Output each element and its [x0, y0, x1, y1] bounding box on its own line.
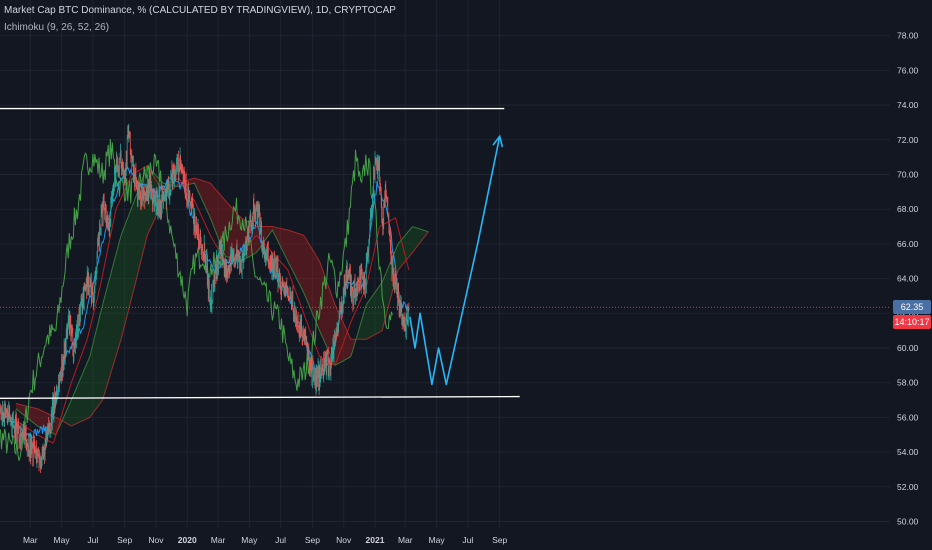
x-tick-label: Mar: [398, 535, 413, 545]
cloud-bearish: [177, 178, 356, 366]
y-tick-label: 52.00: [897, 482, 919, 492]
y-tick-label: 64.00: [897, 274, 919, 284]
countdown-tag: 14:10:17: [893, 315, 931, 330]
chart-title: Market Cap BTC Dominance, % (CALCULATED …: [4, 5, 396, 16]
last-price-tag: 62.35: [893, 300, 931, 315]
ichimoku-lines: [0, 138, 429, 461]
x-tick-label: Sep: [305, 535, 320, 545]
y-tick-label: 74.00: [897, 100, 919, 110]
x-tick-label: May: [429, 535, 446, 545]
x-tick-label: Jul: [462, 535, 473, 545]
x-tick-label: Nov: [148, 535, 164, 545]
x-tick-label: Sep: [492, 535, 507, 545]
x-tick-label: Jul: [87, 535, 98, 545]
y-tick-label: 56.00: [897, 412, 919, 422]
x-tick-label: Mar: [211, 535, 226, 545]
y-tick-label: 76.00: [897, 65, 919, 75]
x-tick-label: 2020: [178, 535, 197, 545]
axes: 50.0052.0054.0056.0058.0060.0062.0064.00…: [23, 31, 919, 545]
y-tick-label: 72.00: [897, 135, 919, 145]
ichimoku-cloud: [15, 165, 429, 435]
x-tick-label: Jul: [275, 535, 286, 545]
indicator-legend[interactable]: Ichimoku (9, 26, 52, 26): [4, 22, 109, 33]
chart-root: 50.0052.0054.0056.0058.0060.0062.0064.00…: [0, 0, 932, 550]
y-tick-label: 60.00: [897, 343, 919, 353]
chart-canvas[interactable]: 50.0052.0054.0056.0058.0060.0062.0064.00…: [0, 0, 932, 550]
y-tick-label: 68.00: [897, 204, 919, 214]
y-tick-label: 50.00: [897, 517, 919, 527]
projection-path: [409, 136, 501, 386]
x-tick-label: Nov: [336, 535, 352, 545]
y-tick-label: 78.00: [897, 31, 919, 41]
x-tick-label: May: [241, 535, 258, 545]
y-tick-label: 54.00: [897, 447, 919, 457]
x-tick-label: Mar: [23, 535, 38, 545]
y-tick-label: 58.00: [897, 378, 919, 388]
x-tick-label: May: [54, 535, 71, 545]
x-tick-label: 2021: [366, 535, 385, 545]
y-tick-label: 66.00: [897, 239, 919, 249]
y-tick-label: 70.00: [897, 170, 919, 180]
x-tick-label: Sep: [117, 535, 132, 545]
